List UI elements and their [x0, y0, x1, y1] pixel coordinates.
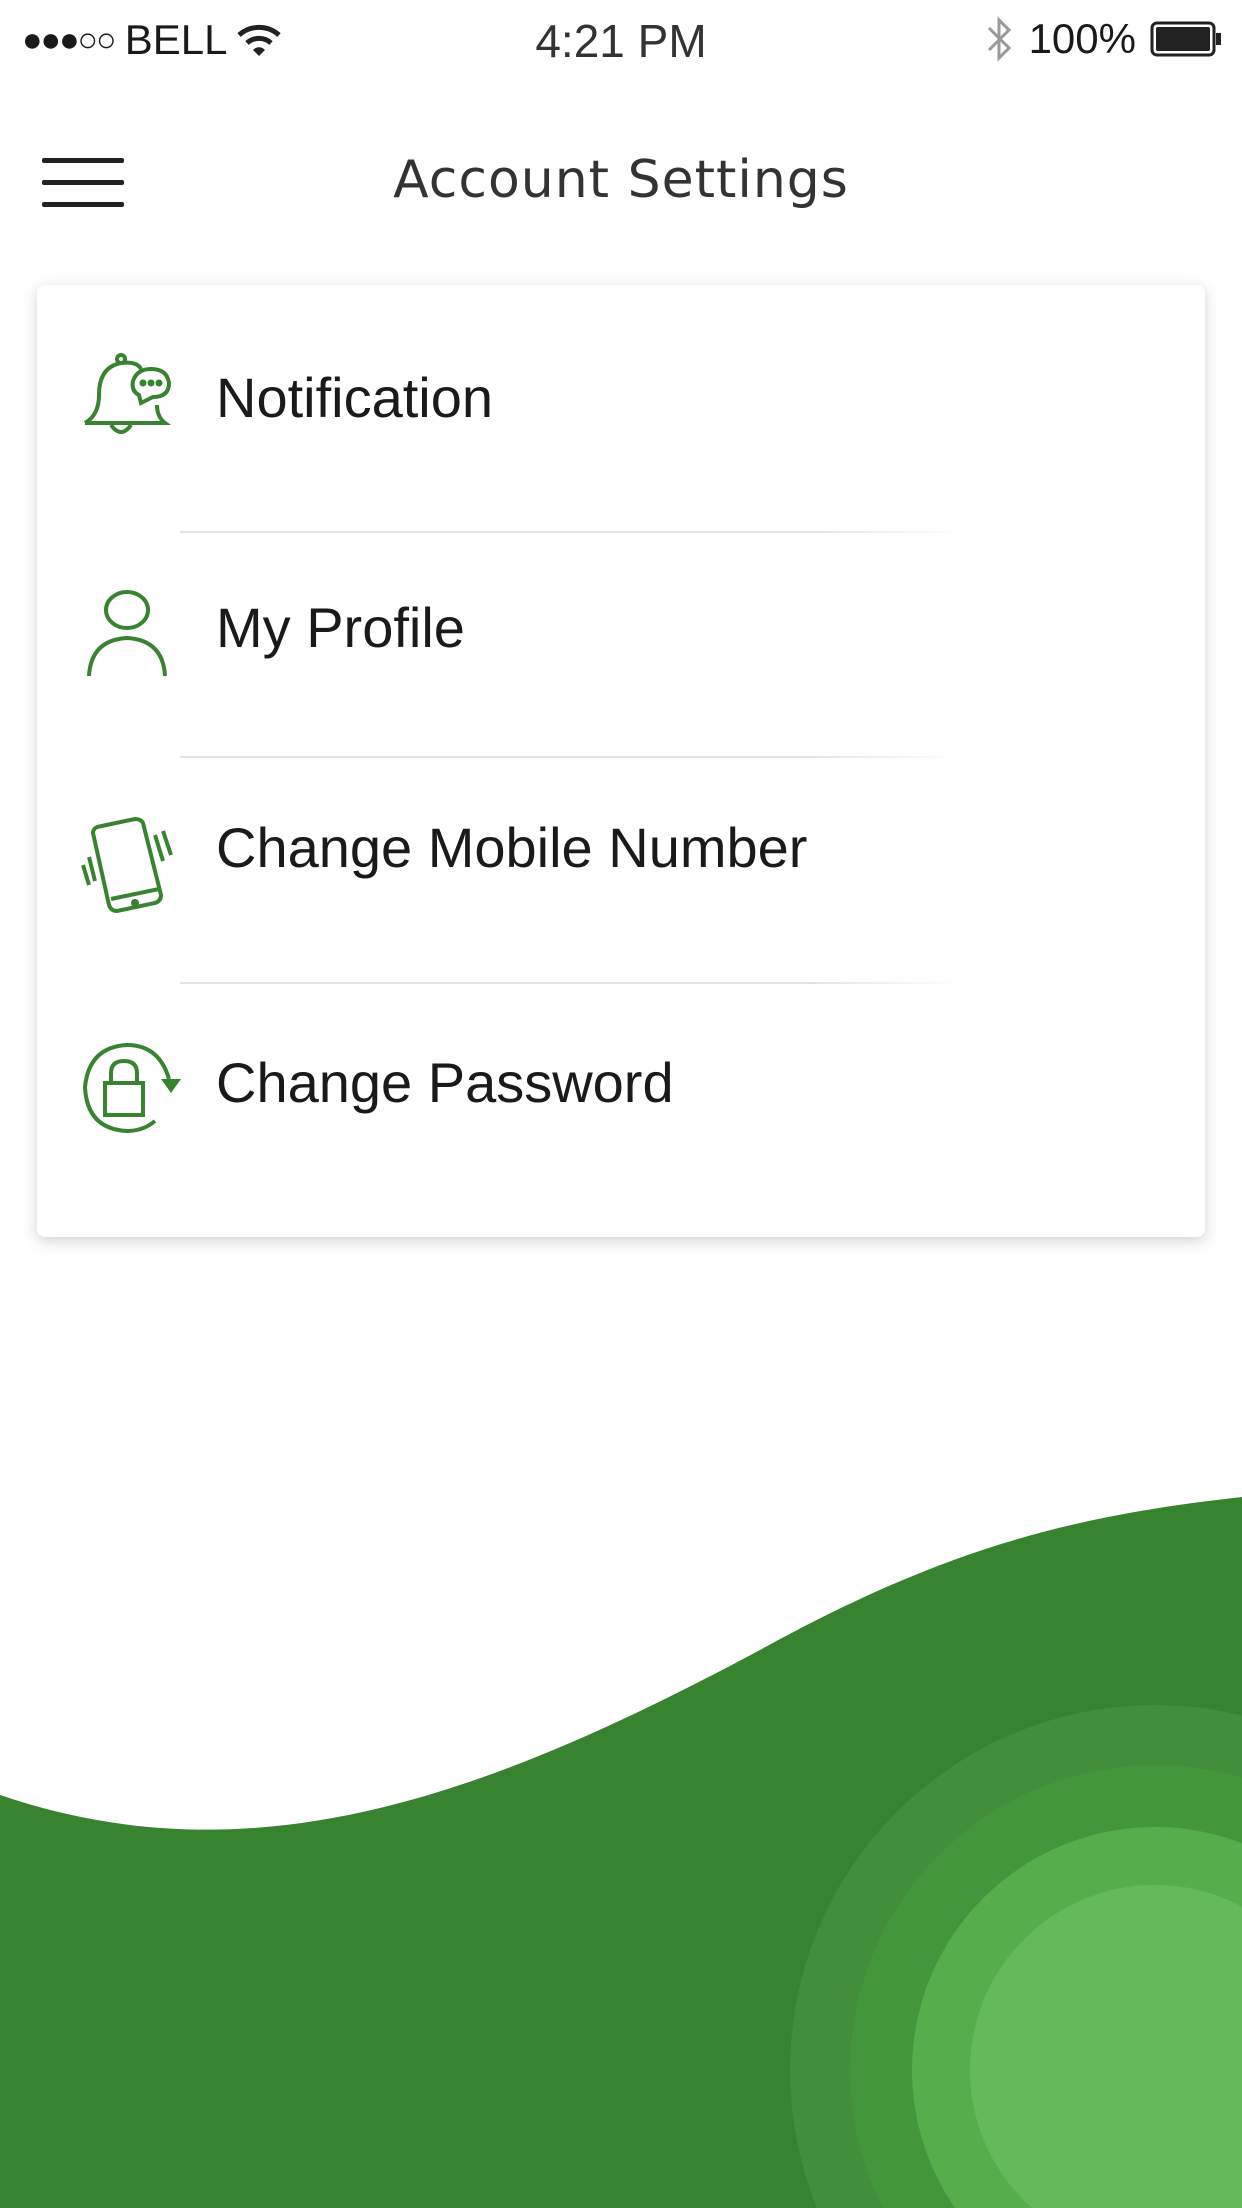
page-title: Account Settings — [393, 150, 849, 210]
app-header: Account Settings — [0, 110, 1242, 250]
user-icon — [87, 590, 167, 677]
settings-item-label: My Profile — [216, 596, 465, 659]
status-bar: ●●●○○ BELL 4:21 PM 100% — [0, 0, 1242, 80]
settings-item-label: Change Mobile Number — [216, 816, 808, 879]
divider — [180, 982, 960, 984]
settings-item-notification[interactable]: Notification — [37, 300, 1205, 530]
settings-item-label: Change Password — [216, 1051, 674, 1114]
vibrating-phone-icon — [81, 816, 173, 914]
settings-item-my-profile[interactable]: My Profile — [37, 530, 1205, 760]
settings-item-change-password[interactable]: Change Password — [37, 985, 1205, 1215]
lock-refresh-icon — [82, 1042, 181, 1134]
battery-icon — [1150, 21, 1221, 57]
settings-card: Notification My Profile Change Mobile Nu… — [37, 285, 1205, 1237]
settings-item-label: Notification — [216, 366, 494, 429]
battery-percent: 100% — [1028, 15, 1136, 62]
bluetooth-icon — [987, 16, 1011, 62]
settings-item-change-mobile-number[interactable]: Change Mobile Number — [37, 755, 1205, 985]
bell-chat-icon — [83, 353, 172, 434]
